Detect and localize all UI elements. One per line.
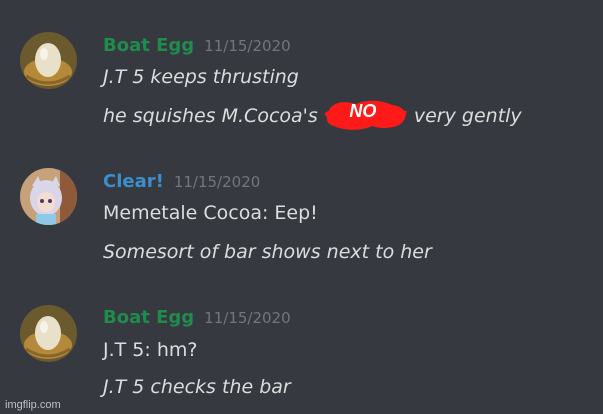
timestamp[interactable]: 11/15/2020 <box>204 309 290 327</box>
message-group-boat-egg-1: Boat Egg 11/15/2020 J.T 5 keeps thrusting… <box>0 0 603 140</box>
message-text-after: very gently <box>413 105 522 127</box>
egg-avatar-icon[interactable] <box>20 32 77 89</box>
redaction-scribble: NO <box>324 100 408 130</box>
timestamp[interactable]: 11/15/2020 <box>204 37 290 55</box>
watermark: imgflip.com <box>5 399 61 411</box>
message-text-before: he squishes M.Cocoa's <box>103 105 318 127</box>
message-line: Somesort of bar shows next to her <box>103 241 432 263</box>
message-line: J.T 5: hm? <box>103 339 198 361</box>
egg-avatar-icon[interactable] <box>20 305 77 362</box>
message-header: Boat Egg 11/15/2020 <box>103 307 291 328</box>
message-header: Boat Egg 11/15/2020 <box>103 35 291 56</box>
message-line-redacted: he squishes M.Cocoa's NO very gently <box>103 100 522 130</box>
message-header: Clear! 11/15/2020 <box>103 171 260 192</box>
redaction-label: NO <box>349 101 377 121</box>
anime-girl-avatar-icon[interactable] <box>20 168 77 225</box>
message-line: J.T 5 keeps thrusting <box>103 66 299 88</box>
username[interactable]: Boat Egg <box>103 35 194 56</box>
message-line: Memetale Cocoa: Eep! <box>103 202 318 224</box>
username[interactable]: Boat Egg <box>103 307 194 328</box>
message-line: J.T 5 checks the bar <box>103 376 291 398</box>
username[interactable]: Clear! <box>103 171 164 192</box>
timestamp[interactable]: 11/15/2020 <box>174 173 260 191</box>
